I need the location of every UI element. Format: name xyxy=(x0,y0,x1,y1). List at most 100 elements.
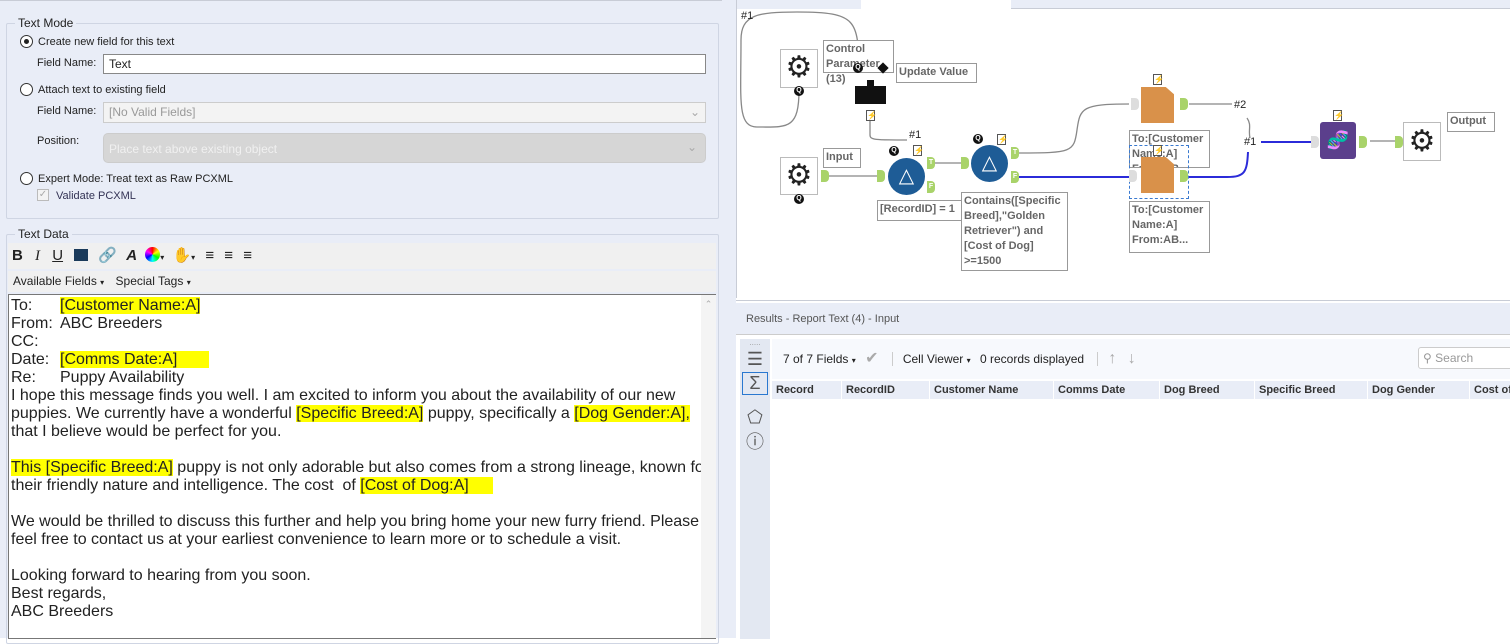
text-editor[interactable]: To: [Customer Name:A] From: ABC Breeders C… xyxy=(8,294,716,639)
editor-scrollbar[interactable]: ⌃ xyxy=(701,295,716,638)
fill-color-icon[interactable]: ✋ xyxy=(172,247,191,264)
output-anchor[interactable] xyxy=(821,170,829,182)
search-input[interactable]: ⚲ Search xyxy=(1418,347,1510,369)
font-icon[interactable]: A xyxy=(126,247,137,264)
link-icon[interactable]: 🔗 xyxy=(98,247,117,264)
dna-tool[interactable]: 🧬 xyxy=(1320,122,1356,159)
column-header[interactable]: Comms Date xyxy=(1054,381,1160,399)
fields-selector[interactable]: 7 of 7 Fields ▾ xyxy=(783,352,856,366)
create-new-field-radio[interactable] xyxy=(20,35,33,48)
validate-pcxml-checkbox[interactable]: ✓ xyxy=(37,189,49,201)
attach-field-select[interactable]: [No Valid Fields] ⌄ xyxy=(103,102,706,123)
data-icon[interactable]: Σ xyxy=(742,372,768,395)
lightning-icon[interactable]: ⚡ xyxy=(913,145,924,156)
input-anchor[interactable] xyxy=(961,157,969,169)
connection-line xyxy=(869,120,908,141)
fields-toolbar: Available Fields ▾ Special Tags ▾ xyxy=(8,271,716,292)
false-anchor[interactable]: F xyxy=(1011,171,1019,183)
action-tool[interactable] xyxy=(855,80,886,104)
available-fields-menu[interactable]: Available Fields ▾ xyxy=(13,274,104,288)
connection-line xyxy=(1018,103,1130,154)
align-center-icon[interactable]: ≡ xyxy=(224,247,233,264)
column-header[interactable]: Dog Gender xyxy=(1368,381,1470,399)
position-select[interactable]: Place text above existing object ⌄ xyxy=(103,133,706,163)
input-anchor[interactable] xyxy=(1131,98,1139,110)
question-anchor[interactable]: Q xyxy=(973,134,983,144)
filter-tool-2[interactable]: △ xyxy=(971,145,1008,182)
output-macro-tool[interactable]: ⚙ xyxy=(1403,122,1441,161)
editor-line-re: Re: Puppy Availability xyxy=(11,369,185,386)
workflow-canvas[interactable]: #1 ⚙ Q Control Parameter (13) Q Update V… xyxy=(736,0,1510,298)
output-anchor[interactable] xyxy=(1180,98,1188,110)
input-macro-tool[interactable]: ⚙ xyxy=(780,157,818,195)
lightning-icon[interactable]: ⚡ xyxy=(1153,74,1164,85)
input-anchor[interactable] xyxy=(1311,136,1319,148)
results-header: Results - Report Text (4) - Input xyxy=(736,303,1510,335)
question-anchor[interactable]: Q xyxy=(794,194,804,204)
lightning-icon[interactable]: ⚡ xyxy=(997,134,1008,145)
true-anchor[interactable]: T xyxy=(927,157,935,169)
arrow-up-icon[interactable]: ↑ xyxy=(1108,350,1116,367)
input-annotation: Input xyxy=(823,148,861,168)
update-value-annotation: Update Value xyxy=(896,63,977,83)
output-anchor[interactable] xyxy=(1180,170,1188,182)
bold-icon[interactable]: B xyxy=(12,247,23,264)
column-header[interactable]: Dog Breed xyxy=(1160,381,1255,399)
editor-paragraph-line: Looking forward to hearing from you soon… xyxy=(11,567,311,584)
align-left-icon[interactable]: ≡ xyxy=(205,247,214,264)
question-anchor[interactable]: Q xyxy=(853,63,863,73)
position-value: Place text above existing object xyxy=(109,142,278,156)
input-anchor[interactable] xyxy=(1395,136,1403,148)
help-icon[interactable]: ⓘ xyxy=(740,428,770,454)
true-anchor[interactable]: T xyxy=(1011,147,1019,159)
editor-line-cc: CC: xyxy=(11,333,39,350)
question-anchor[interactable]: Q xyxy=(794,86,804,96)
text-data-title: Text Data xyxy=(15,227,72,241)
text-config-panel: Text Mode Create new field for this text… xyxy=(0,0,722,644)
lightning-icon[interactable]: ⚡ xyxy=(1153,145,1164,156)
underline-icon[interactable]: U xyxy=(52,247,63,264)
input-anchor[interactable] xyxy=(1129,170,1137,182)
filter-tool-1[interactable]: △ xyxy=(888,158,925,195)
cell-viewer-selector[interactable]: Cell Viewer ▾ xyxy=(903,352,971,366)
italic-icon[interactable]: I xyxy=(35,248,40,264)
lightning-icon[interactable]: ⚡ xyxy=(866,110,877,121)
special-tags-menu[interactable]: Special Tags ▾ xyxy=(116,274,191,288)
field-name-input[interactable]: Text xyxy=(103,54,706,74)
filter1-annotation: [RecordID] = 1 xyxy=(877,200,966,221)
connection-label: #1 xyxy=(909,129,922,141)
column-header[interactable]: Record xyxy=(772,381,842,399)
false-anchor[interactable]: F xyxy=(927,181,935,193)
column-header[interactable]: Customer Name xyxy=(930,381,1054,399)
attach-existing-radio[interactable] xyxy=(20,83,33,96)
expert-mode-radio[interactable] xyxy=(20,172,33,185)
metadata-icon[interactable]: ☰ xyxy=(740,349,770,370)
question-anchor[interactable]: Q xyxy=(889,146,899,156)
color-picker-icon[interactable] xyxy=(145,247,161,262)
connection-label: #1 xyxy=(741,10,754,22)
align-right-icon[interactable]: ≡ xyxy=(243,247,252,264)
input-anchor[interactable] xyxy=(877,170,885,182)
column-header[interactable]: RecordID xyxy=(842,381,930,399)
image-icon[interactable] xyxy=(74,249,89,261)
report-text-tool-2[interactable] xyxy=(1141,157,1174,193)
fill-dropdown-icon[interactable]: ▾ xyxy=(191,253,195,262)
column-header[interactable]: Cost of xyxy=(1470,381,1510,399)
control-parameter-tool[interactable]: ⚙ xyxy=(780,49,818,88)
attach-field-name-label: Field Name: xyxy=(37,105,97,117)
attach-field-value: [No Valid Fields] xyxy=(109,105,196,119)
expert-mode-label: Expert Mode: Treat text as Raw PCXML xyxy=(38,173,234,185)
arrow-down-icon[interactable]: ↓ xyxy=(1128,350,1136,367)
report-text-tool-1[interactable] xyxy=(1141,87,1174,123)
results-column-headers: Record RecordID Customer Name Comms Date Dog… xyxy=(772,381,1510,399)
lightning-icon[interactable]: ⚡ xyxy=(1333,110,1344,121)
panel-splitter[interactable] xyxy=(722,0,736,638)
apply-check-icon[interactable]: ✔ xyxy=(865,350,878,367)
column-header[interactable]: Specific Breed xyxy=(1255,381,1368,399)
tag-icon[interactable]: ⬠ xyxy=(740,407,770,428)
editor-paragraph-line: that I believe would be perfect for you. xyxy=(11,423,282,440)
output-anchor[interactable] xyxy=(1359,136,1367,148)
editor-paragraph-line: This [Specific Breed:A] puppy is not onl… xyxy=(11,459,710,476)
editor-line-from: From: ABC Breeders xyxy=(11,315,163,332)
color-dropdown-icon[interactable]: ▾ xyxy=(160,253,164,262)
